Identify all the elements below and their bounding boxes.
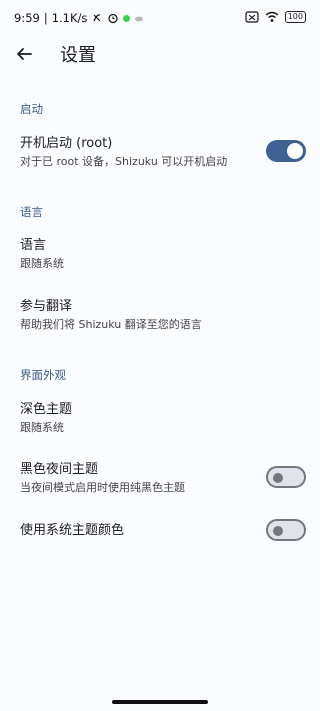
dark-theme-subtitle: 跟随系统 [20, 421, 64, 434]
status-net-speed: 1.1K/s [51, 11, 88, 25]
green-indicator-icon [123, 14, 131, 22]
black-night-theme-subtitle: 当夜间模式启用时使用纯黑色主题 [20, 481, 185, 494]
battery-icon: 100 [284, 11, 306, 23]
status-bar: 9:59 | 1.1K/s 100 [0, 0, 320, 36]
status-separator: | [43, 11, 48, 25]
switch-knob [273, 473, 283, 483]
wifi-icon [265, 11, 279, 22]
section-appearance-header: 界面外观 [20, 368, 66, 382]
section-language-header: 语言 [20, 205, 43, 219]
status-right: 100 [245, 11, 306, 23]
language-title: 语言 [20, 238, 47, 253]
status-left: 9:59 | 1.1K/s [14, 11, 144, 25]
translate-setting[interactable]: 参与翻译 帮助我们将 Shizuku 翻译至您的语言 [20, 299, 310, 332]
translate-title: 参与翻译 [20, 299, 73, 314]
cloud-icon [135, 16, 144, 22]
section-startup-header: 启动 [20, 102, 43, 116]
no-sim-icon [245, 11, 259, 23]
language-subtitle: 跟随系统 [20, 257, 64, 270]
arrow-back-icon [17, 48, 32, 60]
boot-start-subtitle: 对于已 root 设备，Shizuku 可以开机启动 [20, 155, 228, 168]
gesture-navigation-bar[interactable] [112, 700, 208, 704]
dark-theme-setting[interactable]: 深色主题 跟随系统 [20, 402, 310, 435]
app-bar: 设置 [0, 36, 320, 76]
status-time: 9:59 [14, 11, 40, 25]
page-title: 设置 [60, 45, 96, 66]
back-button[interactable] [12, 42, 36, 66]
system-color-switch[interactable] [266, 519, 306, 541]
alarm-icon [108, 13, 119, 24]
switch-knob [287, 143, 303, 159]
do-not-disturb-icon [93, 14, 101, 22]
switch-knob [273, 526, 283, 536]
translate-subtitle: 帮助我们将 Shizuku 翻译至您的语言 [20, 318, 202, 331]
dark-theme-title: 深色主题 [20, 402, 73, 417]
boot-start-switch[interactable] [266, 140, 306, 162]
black-night-theme-switch[interactable] [266, 466, 306, 488]
language-setting[interactable]: 语言 跟随系统 [20, 238, 310, 271]
